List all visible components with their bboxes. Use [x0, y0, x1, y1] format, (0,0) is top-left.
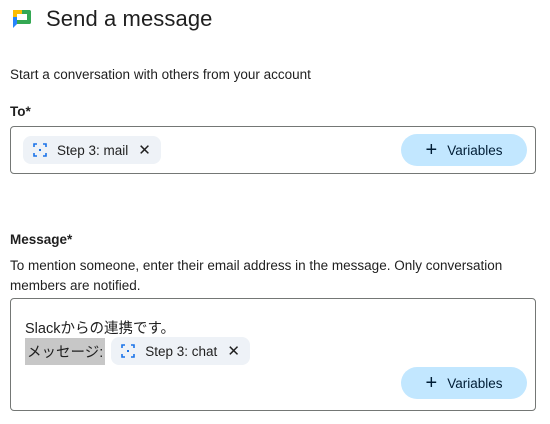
google-chat-icon	[13, 10, 31, 28]
plus-icon: +	[425, 139, 438, 161]
to-label: To*	[10, 104, 31, 119]
send-message-panel: Send a message Start a conversation with…	[0, 0, 550, 424]
variable-chip-chat[interactable]: Step 3: chat ✕	[111, 337, 250, 365]
chip-label: Step 3: chat	[145, 343, 218, 359]
header: Send a message	[12, 4, 213, 34]
plus-icon: +	[425, 372, 438, 394]
message-text-line: Slackからの連携です。	[25, 321, 176, 337]
page-title: Send a message	[46, 6, 213, 31]
variables-button-label: Variables	[447, 142, 503, 158]
selected-text: メッセージ:	[25, 337, 106, 365]
variables-button-label: Variables	[447, 375, 503, 391]
message-line-2: メッセージ: Step 3: chat ✕	[25, 337, 250, 365]
variable-icon	[33, 143, 47, 157]
to-field[interactable]: Step 3: mail ✕ + Variables	[10, 126, 536, 174]
message-field[interactable]: Slackからの連携です。 メッセージ: Step 3: chat ✕ + Va…	[10, 298, 536, 411]
add-variables-button[interactable]: + Variables	[401, 367, 527, 399]
page-subtitle: Start a conversation with others from yo…	[10, 67, 311, 82]
variable-icon	[121, 344, 136, 358]
chip-label: Step 3: mail	[57, 142, 129, 158]
message-label: Message*	[10, 232, 73, 247]
close-icon[interactable]: ✕	[138, 143, 151, 158]
message-hint: To mention someone, enter their email ad…	[10, 258, 503, 293]
close-icon[interactable]: ✕	[227, 344, 240, 359]
variable-chip-mail[interactable]: Step 3: mail ✕	[23, 136, 161, 164]
add-variables-button[interactable]: + Variables	[401, 134, 527, 166]
